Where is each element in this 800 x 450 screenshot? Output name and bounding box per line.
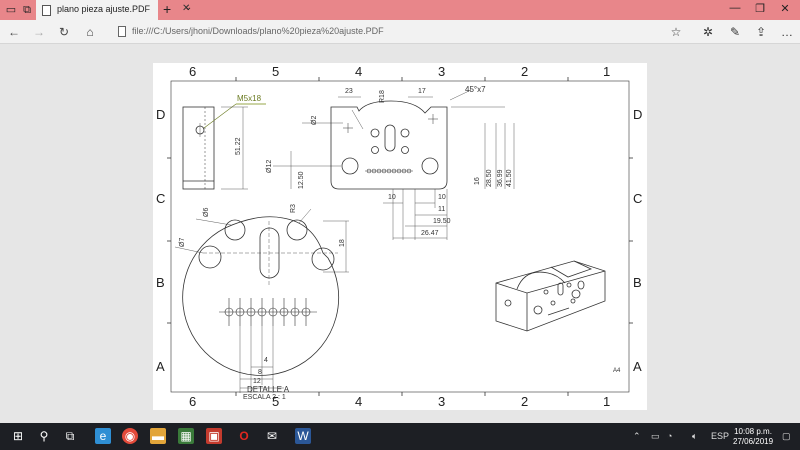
chrome-icon[interactable]: ◉ xyxy=(122,428,138,444)
dim-16: 16 xyxy=(474,177,481,185)
file-icon xyxy=(118,26,126,37)
zone-row-a-right: A xyxy=(633,359,642,374)
favorite-star-icon[interactable]: ☆ xyxy=(668,25,684,39)
volume-icon[interactable]: 🔈︎ xyxy=(692,431,697,442)
technical-drawing xyxy=(167,77,633,396)
zone-column-4: 4 xyxy=(355,64,363,79)
dim-phi2: Ø2 xyxy=(311,115,318,125)
wifi-icon[interactable]: ◔ xyxy=(667,431,672,441)
zone-column-2: 2 xyxy=(521,64,529,79)
word-icon[interactable]: W xyxy=(295,428,311,444)
dim-11: 11 xyxy=(438,206,446,213)
detail-scale: ESCALA 2 : 1 xyxy=(243,394,286,401)
zone-row-d-right: D xyxy=(633,107,643,122)
dim-12: 12 xyxy=(253,378,261,385)
zone-column-6-bottom: 6 xyxy=(189,394,197,409)
dim-phi7: Ø7 xyxy=(179,237,186,247)
drawing-sheet: 6 5 4 3 2 1 6 5 4 3 2 1 D C B A D C B A … xyxy=(153,63,647,410)
dim-r3: R3 xyxy=(290,204,297,213)
home-icon[interactable]: ⌂ xyxy=(82,25,98,39)
favorites-list-icon[interactable]: ✲ xyxy=(700,25,716,39)
browser-tab[interactable]: plano pieza ajuste.PDF ✕ xyxy=(36,0,190,20)
thread-note: M5x18 xyxy=(237,94,262,103)
forward-arrow-icon[interactable]: → xyxy=(31,25,47,39)
dim-12-50: 12.50 xyxy=(298,171,305,189)
pen-icon[interactable]: ✎ xyxy=(727,25,743,39)
zone-row-c: C xyxy=(156,191,166,206)
restore-icon[interactable]: ❐ xyxy=(750,2,770,15)
dim-51-22: 51.22 xyxy=(235,137,242,155)
dim-17: 17 xyxy=(418,88,426,95)
windows-start-icon[interactable]: ⊞ xyxy=(10,428,26,444)
zone-row-b: B xyxy=(156,275,165,290)
dim-r18: R18 xyxy=(379,90,386,103)
pdf-viewer[interactable]: 6 5 4 3 2 1 6 5 4 3 2 1 D C B A D C B A … xyxy=(0,45,800,423)
zone-row-d: D xyxy=(156,107,166,122)
store-icon[interactable]: ▦ xyxy=(178,428,194,444)
show-hidden-icons-chevron[interactable]: ⌃ xyxy=(633,431,641,442)
zone-column-2-bottom: 2 xyxy=(521,394,529,409)
opera-icon[interactable]: O xyxy=(236,428,252,444)
url-text[interactable]: file:///C:/Users/jhoni/Downloads/plano%2… xyxy=(132,26,384,36)
zone-row-a: A xyxy=(156,359,165,374)
refresh-icon[interactable]: ↻ xyxy=(56,25,72,39)
dim-36-99: 36.99 xyxy=(497,169,504,187)
clock-date: 27/06/2019 xyxy=(733,437,774,446)
dim-19-50: 19.50 xyxy=(433,218,451,225)
clock[interactable]: 10:08 p.m. 27/06/2019 xyxy=(733,427,773,447)
dim-23: 23 xyxy=(345,88,353,95)
detail-title: DETALLE A xyxy=(247,385,290,394)
file-explorer-icon[interactable]: ▬ xyxy=(150,428,166,444)
dim-41-50: 41.50 xyxy=(506,169,513,187)
dim-10-left: 10 xyxy=(388,194,396,201)
zone-row-b-right: B xyxy=(633,275,642,290)
close-window-icon[interactable]: ✕ xyxy=(775,2,795,15)
dim-phi6: Ø6 xyxy=(203,207,210,217)
zone-column-1-bottom: 1 xyxy=(603,394,611,409)
tab-list-icon[interactable]: ▭ xyxy=(4,3,18,17)
show-tabs-icon[interactable]: ⧉ xyxy=(20,3,34,17)
back-arrow-icon[interactable]: ← xyxy=(6,25,22,39)
search-icon[interactable]: ⚲ xyxy=(36,428,52,444)
zone-column-4-bottom: 4 xyxy=(355,394,363,409)
dim-26-47: 26.47 xyxy=(421,230,439,237)
zone-row-c-right: C xyxy=(633,191,643,206)
dim-phi12: Ø12 xyxy=(266,159,273,173)
notifications-icon[interactable]: ▢ xyxy=(782,431,791,442)
navigation-bar: ← → ↻ ⌂ file:///C:/Users/jhoni/Downloads… xyxy=(0,20,800,44)
new-tab-button[interactable]: + xyxy=(163,1,171,17)
meet-now-icon[interactable]: ▭ xyxy=(651,431,660,442)
zone-column-3: 3 xyxy=(438,64,446,79)
zone-column-6: 6 xyxy=(189,64,197,79)
share-icon[interactable]: ⇪ xyxy=(753,25,769,39)
tab-title: plano pieza ajuste.PDF xyxy=(57,4,151,14)
dim-28-50: 28.50 xyxy=(486,169,493,187)
zone-column-1: 1 xyxy=(603,64,611,79)
edge-browser-icon[interactable]: e xyxy=(95,428,111,444)
gift-app-icon[interactable]: ▣ xyxy=(206,428,222,444)
pdf-file-icon xyxy=(42,5,51,16)
dim-4: 4 xyxy=(264,357,268,364)
task-view-icon[interactable]: ⧉ xyxy=(62,428,78,444)
zone-column-3-bottom: 3 xyxy=(438,394,446,409)
more-menu-icon[interactable]: … xyxy=(779,25,795,39)
sheet-size: A4 xyxy=(613,368,621,374)
dim-10-right: 10 xyxy=(438,194,446,201)
mail-icon[interactable]: ✉ xyxy=(264,428,280,444)
clock-time: 10:08 p.m. xyxy=(734,427,772,436)
chamfer-note: 45°x7 xyxy=(465,85,486,94)
taskbar: ⊞ ⚲ ⧉ e ◉ ▬ ▦ ▣ O ✉ W ⌃ ▭ ◔ 🔈︎ ESP 10:08… xyxy=(0,423,800,450)
dim-18: 18 xyxy=(339,239,346,247)
tab-menu-chevron-icon[interactable]: ⌄ xyxy=(184,2,192,13)
language-indicator[interactable]: ESP xyxy=(711,431,729,441)
zone-column-5: 5 xyxy=(272,64,280,79)
minimize-icon[interactable]: — xyxy=(725,2,745,14)
dim-8: 8 xyxy=(258,369,262,376)
title-bar: ▭ ⧉ plano pieza ajuste.PDF ✕ + ⌄ — ❐ ✕ xyxy=(0,0,800,20)
